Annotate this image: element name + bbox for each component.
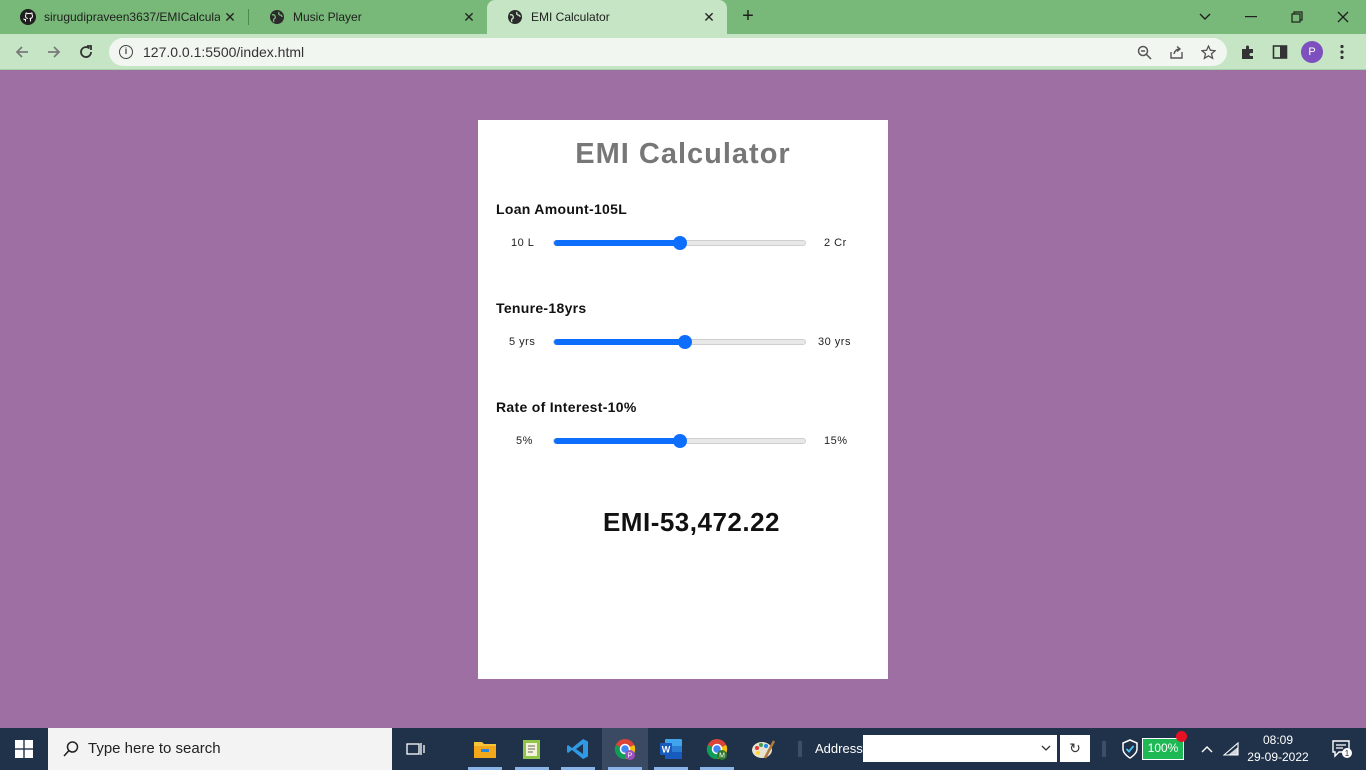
new-tab-button[interactable]: + <box>738 6 758 27</box>
close-icon[interactable]: ✕ <box>701 9 717 25</box>
address-bar[interactable]: i 127.0.0.1:5500/index.html <box>109 38 1227 66</box>
chrome-profile-m-icon[interactable]: M <box>694 728 740 770</box>
svg-text:P: P <box>628 753 633 760</box>
minimize-button[interactable] <box>1228 0 1274 34</box>
tab-title: Music Player <box>293 10 362 24</box>
security-shield-icon[interactable] <box>1118 728 1142 770</box>
notification-count: 1 <box>1345 749 1350 758</box>
slider-fill <box>554 339 685 345</box>
chevron-up-icon[interactable] <box>1196 728 1218 770</box>
notepad-app-icon[interactable] <box>509 728 555 770</box>
address-toolbar-label: Address <box>815 741 863 756</box>
bookmark-star-icon[interactable] <box>1199 43 1217 61</box>
address-toolbar-input[interactable] <box>863 735 1057 762</box>
tab-music-player[interactable]: Music Player ✕ <box>249 0 487 34</box>
chevron-down-icon[interactable] <box>1041 740 1051 754</box>
tab-title: sirugudipraveen3637/EMICalcula <box>44 10 220 24</box>
emi-calculator-card: EMI Calculator Loan Amount-105L 10 L 2 C… <box>478 120 888 679</box>
globe-icon <box>269 9 285 25</box>
loan-max-label: 2 Cr <box>824 237 847 249</box>
address-go-button[interactable]: ↻ <box>1060 735 1090 762</box>
close-window-button[interactable] <box>1320 0 1366 34</box>
restore-button[interactable] <box>1274 0 1320 34</box>
site-info-icon[interactable]: i <box>119 45 133 59</box>
globe-icon <box>507 9 523 25</box>
url-text: 127.0.0.1:5500/index.html <box>143 44 305 60</box>
tab-github[interactable]: sirugudipraveen3637/EMICalcula ✕ <box>0 0 248 34</box>
windows-taskbar: Type here to search P W M Address ↻ 100%… <box>0 728 1366 770</box>
slider-fill <box>554 438 680 444</box>
word-icon[interactable]: W <box>648 728 694 770</box>
svg-text:W: W <box>662 745 671 755</box>
notification-dot <box>1176 731 1187 742</box>
github-icon <box>20 9 36 25</box>
file-explorer-icon[interactable] <box>462 728 508 770</box>
share-icon[interactable] <box>1167 43 1185 61</box>
loan-amount-slider[interactable] <box>553 236 806 250</box>
slider-fill <box>554 240 680 246</box>
page-title: EMI Calculator <box>575 138 791 170</box>
interest-max-label: 15% <box>824 435 848 447</box>
interest-rate-label: Rate of Interest-10% <box>496 399 637 415</box>
tab-search-button[interactable] <box>1182 0 1228 34</box>
toolbar-grip <box>796 728 804 770</box>
windows-start-icon[interactable] <box>0 728 48 770</box>
task-view-icon[interactable] <box>393 728 439 770</box>
search-placeholder: Type here to search <box>88 740 221 757</box>
vscode-icon[interactable] <box>555 728 601 770</box>
action-center-icon[interactable]: 1 <box>1322 728 1362 770</box>
taskbar-search-box[interactable]: Type here to search <box>48 728 392 770</box>
chrome-profile-p-icon[interactable]: P <box>602 728 648 770</box>
slider-thumb[interactable] <box>672 236 687 250</box>
reload-icon[interactable] <box>74 40 98 64</box>
toolbar-grip <box>1100 728 1108 770</box>
slider-thumb[interactable] <box>677 335 692 349</box>
tab-title: EMI Calculator <box>531 10 610 24</box>
back-arrow-icon[interactable] <box>10 40 34 64</box>
zoom-icon[interactable] <box>1135 43 1153 61</box>
wifi-icon[interactable] <box>1220 728 1242 770</box>
battery-indicator[interactable]: 100% <box>1142 738 1184 760</box>
close-icon[interactable]: ✕ <box>222 9 238 25</box>
page-body: EMI Calculator Loan Amount-105L 10 L 2 C… <box>0 71 1366 728</box>
paint-icon[interactable] <box>740 728 786 770</box>
search-icon <box>62 740 80 758</box>
tenure-label: Tenure-18yrs <box>496 300 587 316</box>
taskbar-clock[interactable]: 08:09 29-09-2022 <box>1240 732 1316 766</box>
kebab-menu-icon[interactable] <box>1332 42 1352 62</box>
forward-arrow-icon[interactable] <box>42 40 66 64</box>
side-panel-icon[interactable] <box>1270 42 1290 62</box>
tab-strip: sirugudipraveen3637/EMICalcula ✕ Music P… <box>0 0 1366 34</box>
clock-date: 29-09-2022 <box>1247 750 1309 764</box>
tenure-slider[interactable] <box>553 335 806 349</box>
interest-rate-slider[interactable] <box>553 434 806 448</box>
loan-min-label: 10 L <box>511 237 535 249</box>
tenure-min-label: 5 yrs <box>509 336 536 348</box>
browser-toolbar: i 127.0.0.1:5500/index.html P <box>0 34 1366 70</box>
interest-min-label: 5% <box>516 435 533 447</box>
tenure-max-label: 30 yrs <box>818 336 851 348</box>
tab-emi-calculator[interactable]: EMI Calculator ✕ <box>487 0 727 34</box>
profile-avatar[interactable]: P <box>1301 41 1323 63</box>
emi-result: EMI-53,472.22 <box>602 507 781 537</box>
svg-text:M: M <box>719 753 725 760</box>
slider-thumb[interactable] <box>672 434 687 448</box>
extensions-puzzle-icon[interactable] <box>1238 42 1258 62</box>
close-icon[interactable]: ✕ <box>461 9 477 25</box>
clock-time: 08:09 <box>1262 733 1294 747</box>
loan-amount-label: Loan Amount-105L <box>496 201 628 217</box>
